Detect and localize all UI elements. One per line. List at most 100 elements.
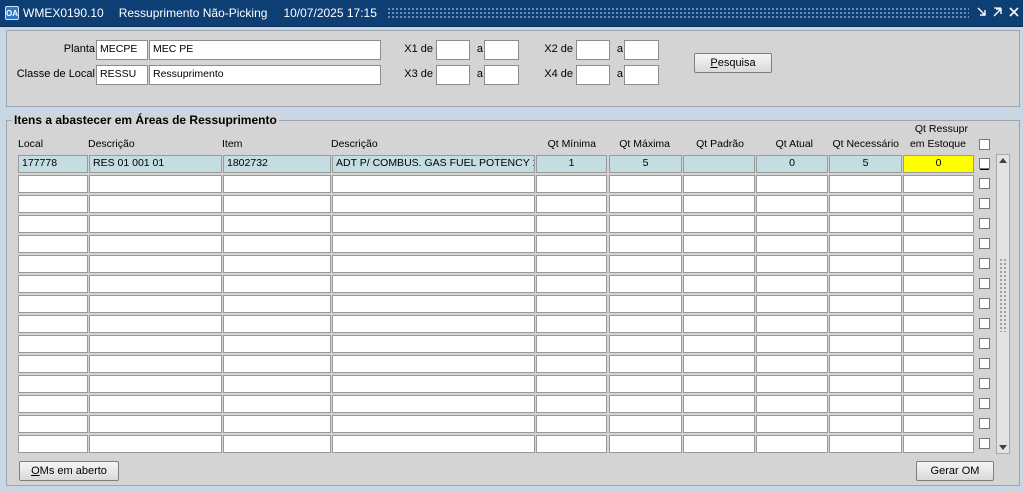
cell-qt-atual[interactable] [756,355,828,373]
x4-from-field[interactable] [576,65,610,85]
cell-qt-necessario[interactable] [829,355,902,373]
cell-qt-ressupr[interactable] [903,215,974,233]
cell-item[interactable] [223,355,331,373]
cell-item[interactable] [223,255,331,273]
cell-qt-ressupr[interactable] [903,315,974,333]
cell-qt-maxima[interactable] [609,375,682,393]
cell-descricao-item[interactable] [332,375,535,393]
cell-item[interactable] [223,275,331,293]
cell-qt-maxima[interactable] [609,255,682,273]
x1-from-field[interactable] [436,40,470,60]
cell-qt-atual[interactable]: 0 [756,155,828,173]
cell-local[interactable] [18,255,88,273]
cell-qt-ressupr[interactable]: 0 [903,155,974,173]
cell-qt-minima[interactable] [536,235,607,253]
scroll-down-icon[interactable] [997,441,1009,453]
cell-qt-maxima[interactable] [609,215,682,233]
cell-descricao-item[interactable] [332,335,535,353]
row-select-checkbox[interactable] [979,278,990,289]
cell-qt-minima[interactable] [536,255,607,273]
cell-qt-atual[interactable] [756,255,828,273]
cell-descricao-item[interactable]: ADT P/ COMBUS. GAS FUEL POTENCY 1000 [332,155,535,173]
cell-qt-ressupr[interactable] [903,275,974,293]
cell-qt-necessario[interactable] [829,295,902,313]
cell-qt-maxima[interactable] [609,175,682,193]
cell-item[interactable] [223,215,331,233]
cell-qt-necessario[interactable] [829,195,902,213]
cell-qt-atual[interactable] [756,315,828,333]
cell-qt-padrao[interactable] [683,415,755,433]
cell-item[interactable] [223,195,331,213]
row-select-checkbox[interactable] [979,318,990,329]
cell-item[interactable] [223,375,331,393]
row-select-checkbox[interactable] [979,418,990,429]
cell-qt-minima[interactable] [536,375,607,393]
minimize-icon[interactable] [975,4,989,22]
cell-qt-ressupr[interactable] [903,195,974,213]
cell-qt-padrao[interactable] [683,235,755,253]
cell-local[interactable] [18,355,88,373]
scroll-thumb[interactable] [999,258,1007,332]
cell-descricao-local[interactable] [89,215,222,233]
cell-qt-padrao[interactable] [683,215,755,233]
cell-qt-ressupr[interactable] [903,395,974,413]
cell-descricao-item[interactable] [332,235,535,253]
x3-from-field[interactable] [436,65,470,85]
cell-qt-minima[interactable] [536,315,607,333]
cell-qt-padrao[interactable] [683,295,755,313]
cell-descricao-item[interactable] [332,255,535,273]
cell-qt-padrao[interactable] [683,375,755,393]
cell-item[interactable] [223,335,331,353]
cell-qt-atual[interactable] [756,375,828,393]
close-icon[interactable] [1007,4,1021,22]
row-select-checkbox[interactable] [979,298,990,309]
cell-qt-ressupr[interactable] [903,235,974,253]
cell-descricao-local[interactable] [89,395,222,413]
select-all-checkbox[interactable] [979,139,990,150]
cell-local[interactable] [18,415,88,433]
cell-local[interactable] [18,295,88,313]
cell-qt-necessario[interactable] [829,395,902,413]
cell-qt-necessario[interactable] [829,415,902,433]
cell-qt-necessario[interactable] [829,315,902,333]
gerar-om-button[interactable]: Gerar OM [916,461,994,481]
cell-qt-padrao[interactable] [683,175,755,193]
cell-local[interactable] [18,235,88,253]
cell-qt-necessario[interactable] [829,375,902,393]
cell-item[interactable] [223,435,331,453]
cell-local[interactable] [18,175,88,193]
cell-item[interactable] [223,315,331,333]
cell-local[interactable] [18,335,88,353]
cell-qt-atual[interactable] [756,195,828,213]
cell-qt-padrao[interactable] [683,335,755,353]
cell-qt-minima[interactable] [536,175,607,193]
cell-qt-maxima[interactable] [609,315,682,333]
cell-qt-minima[interactable] [536,335,607,353]
cell-local[interactable]: 177778 [18,155,88,173]
cell-qt-padrao[interactable] [683,155,755,173]
cell-qt-atual[interactable] [756,235,828,253]
cell-descricao-local[interactable] [89,235,222,253]
cell-qt-maxima[interactable] [609,415,682,433]
cell-qt-maxima[interactable] [609,295,682,313]
cell-qt-minima[interactable] [536,275,607,293]
cell-qt-necessario[interactable] [829,175,902,193]
grid-vertical-scrollbar[interactable] [996,154,1010,454]
cell-item[interactable]: 1802732 [223,155,331,173]
cell-descricao-item[interactable] [332,295,535,313]
pesquisa-button[interactable]: Pesquisa [694,53,772,73]
cell-qt-atual[interactable] [756,335,828,353]
cell-qt-maxima[interactable] [609,335,682,353]
x2-to-field[interactable] [624,40,659,60]
cell-qt-maxima[interactable] [609,435,682,453]
cell-descricao-item[interactable] [332,435,535,453]
cell-qt-maxima[interactable] [609,275,682,293]
cell-local[interactable] [18,435,88,453]
cell-qt-necessario[interactable] [829,275,902,293]
row-select-checkbox[interactable] [979,198,990,209]
cell-item[interactable] [223,415,331,433]
cell-descricao-item[interactable] [332,175,535,193]
cell-qt-necessario[interactable] [829,235,902,253]
cell-descricao-local[interactable] [89,315,222,333]
row-select-checkbox[interactable] [979,158,990,169]
